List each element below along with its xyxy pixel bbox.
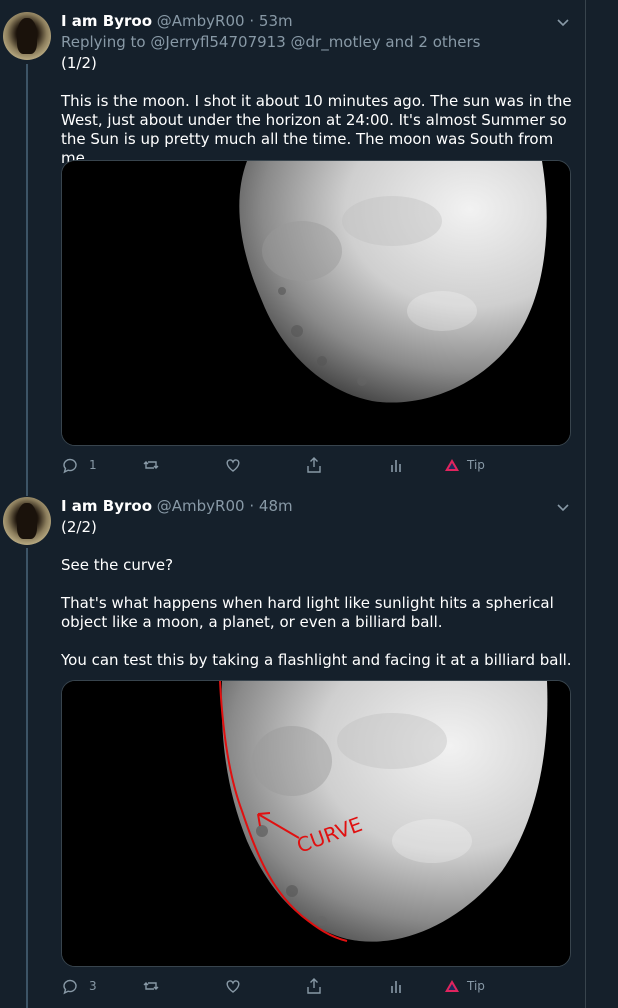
author-handle[interactable]: @AmbyR00 [157,12,245,30]
retweet-icon [143,461,159,469]
analytics-icon [391,981,401,993]
author-handle[interactable]: @AmbyR00 [157,497,245,515]
reply-count: 1 [89,458,97,472]
retweet-icon [143,982,159,990]
separator: · [249,497,255,515]
tweet-header: I am Byroo @AmbyR00 · 48m [61,497,293,515]
tweet-text-line: (2/2) [61,518,97,536]
analytics-icon [391,460,401,472]
tip-icon [445,459,459,471]
tweet-image-moon-annotated[interactable]: CURVE [61,680,571,967]
column-border [585,0,586,1008]
moon-photo [62,161,570,445]
share-icon [307,978,321,994]
like-button[interactable] [224,977,242,995]
moon-photo-annotated: CURVE [62,681,570,966]
like-icon [226,980,240,993]
avatar[interactable] [3,497,51,545]
chevron-down-icon[interactable] [555,14,571,30]
thread-connector [26,64,28,486]
share-button[interactable] [305,977,323,995]
tweet-header: I am Byroo @AmbyR00 · 53m [61,12,293,30]
tweet-text-paragraph: This is the moon. I shot it about 10 min… [61,92,572,167]
tweet-image-moon[interactable] [61,160,571,446]
chevron-down-icon[interactable] [555,499,571,515]
tweet-text-paragraph: That's what happens when hard light like… [61,594,554,631]
tweet-1[interactable]: I am Byroo @AmbyR00 · 53m Replying to @J… [0,0,585,486]
timestamp[interactable]: 53m [259,12,293,30]
thread-connector-top [26,486,28,496]
tweet-actions: 1 Tip [61,456,531,478]
reply-count: 3 [89,979,97,993]
share-icon [307,457,321,473]
reply-button[interactable]: 3 [61,977,97,995]
timestamp[interactable]: 48m [259,497,293,515]
thread-connector [26,548,28,1008]
tweet-2[interactable]: I am Byroo @AmbyR00 · 48m (2/2) See the … [0,486,585,1008]
tip-label: Tip [467,979,485,993]
retweet-button[interactable] [142,456,160,474]
retweet-button[interactable] [142,977,160,995]
author-name[interactable]: I am Byroo [61,497,152,515]
tip-icon [445,980,459,992]
analytics-button[interactable] [387,456,405,474]
replying-to: Replying to @Jerryfl54707913 @dr_motley … [61,33,481,51]
tip-button[interactable]: Tip [443,456,485,474]
avatar[interactable] [3,12,51,60]
separator: · [249,12,255,30]
tip-button[interactable]: Tip [443,977,485,995]
share-button[interactable] [305,456,323,474]
reply-button[interactable]: 1 [61,456,97,474]
tweet-text-line: See the curve? [61,556,174,574]
reply-icon [63,458,77,474]
like-icon [226,459,240,472]
replying-to-links[interactable]: @Jerryfl54707913 @dr_motley and 2 others [150,33,480,51]
tweet-text-paragraph: You can test this by taking a flashlight… [61,651,572,669]
tip-label: Tip [467,458,485,472]
reply-icon [63,979,77,995]
tweet-actions: 3 Tip [61,977,531,999]
author-name[interactable]: I am Byroo [61,12,152,30]
like-button[interactable] [224,456,242,474]
tweet-text-line: (1/2) [61,54,97,72]
analytics-button[interactable] [387,977,405,995]
